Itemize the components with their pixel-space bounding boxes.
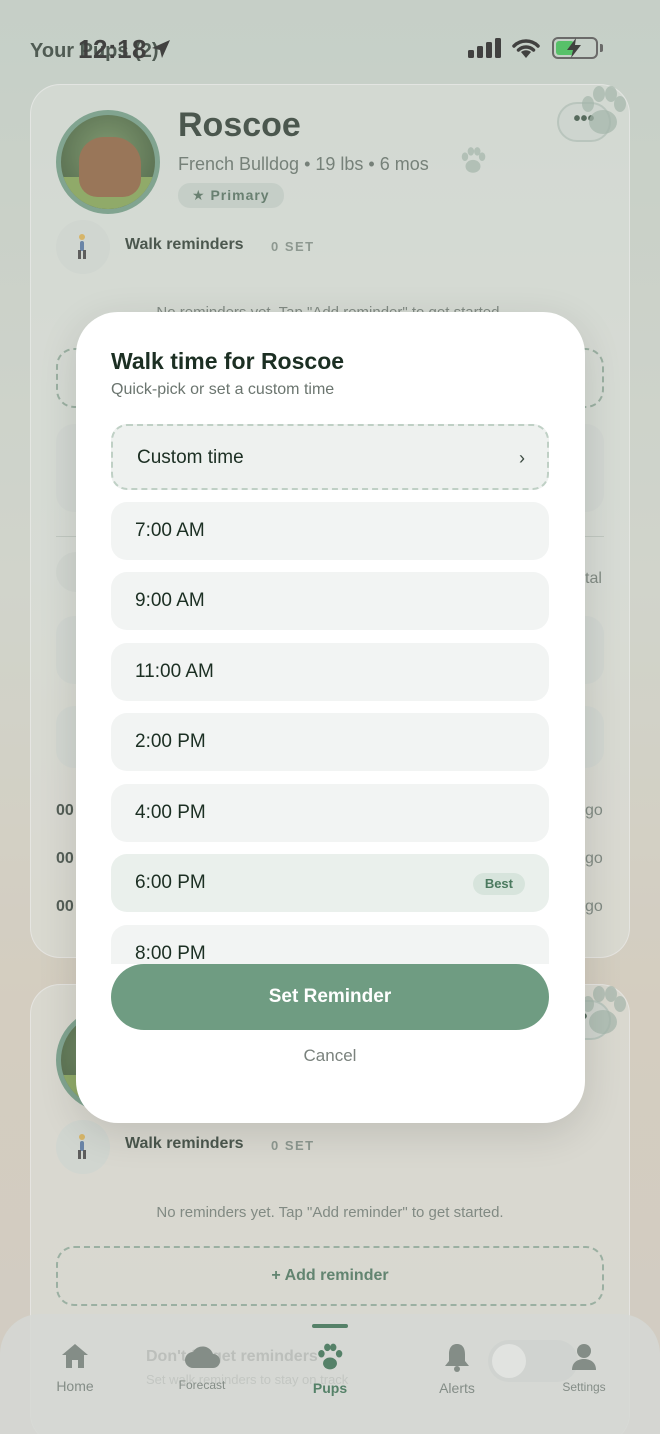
best-badge: Best	[472, 873, 525, 895]
time-option[interactable]: 7:00 AM	[111, 502, 549, 560]
custom-time-option[interactable]: Custom time ›	[111, 424, 549, 490]
time-option[interactable]: 4:00 PM	[111, 784, 549, 842]
option-label: 11:00 AM	[135, 661, 214, 682]
option-label: 2:00 PM	[135, 731, 206, 752]
time-option[interactable]: 2:00 PM	[111, 713, 549, 771]
time-option[interactable]: 9:00 AM	[111, 572, 549, 630]
modal-subtitle: Quick-pick or set a custom time	[111, 381, 335, 398]
option-label: 8:00 PM	[135, 943, 206, 964]
option-label: 7:00 AM	[135, 520, 205, 541]
option-label: Custom time	[137, 447, 244, 468]
cancel-button[interactable]: Cancel	[111, 1046, 549, 1072]
time-option[interactable]: 11:00 AM	[111, 643, 549, 701]
option-label: 4:00 PM	[135, 802, 206, 823]
option-label: 6:00 PM	[135, 872, 206, 893]
chevron-right-icon: ›	[519, 448, 525, 468]
time-option[interactable]: 8:00 PM	[111, 925, 549, 964]
option-label: 9:00 AM	[135, 590, 205, 611]
time-options-list[interactable]: Custom time › 7:00 AM 9:00 AM 11:00 AM 2…	[111, 424, 549, 964]
time-option-best[interactable]: 6:00 PM Best	[111, 854, 549, 912]
set-reminder-button[interactable]: Set Reminder	[111, 964, 549, 1030]
modal-title: Walk time for Roscoe	[111, 348, 345, 374]
walk-time-modal: Walk time for Roscoe Quick-pick or set a…	[76, 312, 585, 1123]
